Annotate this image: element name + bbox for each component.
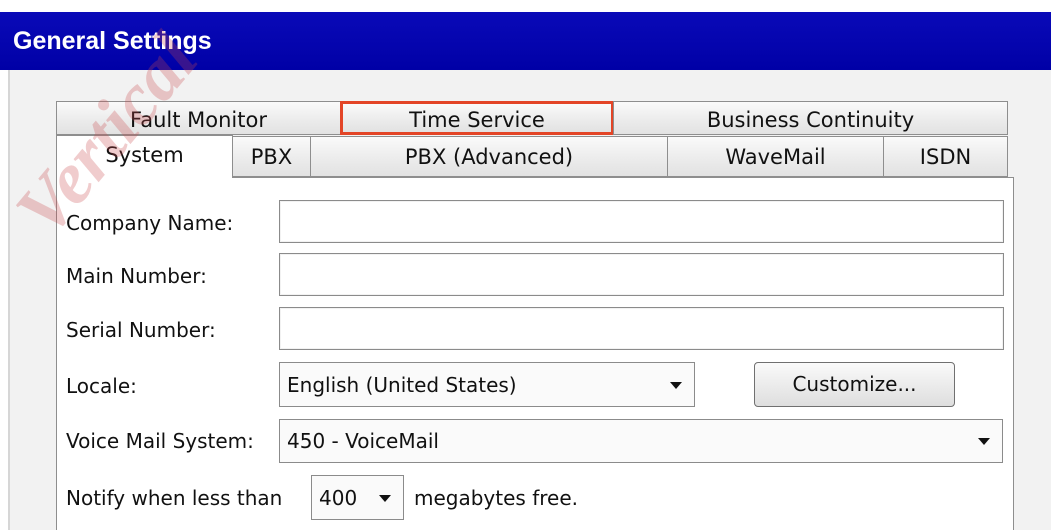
tab-business-continuity[interactable]: Business Continuity xyxy=(613,101,1008,135)
serial-number-label: Serial Number: xyxy=(66,318,216,342)
locale-label: Locale: xyxy=(66,374,137,398)
chevron-down-icon xyxy=(670,381,682,389)
tab-wavemail[interactable]: WaveMail xyxy=(667,136,884,177)
company-name-label: Company Name: xyxy=(66,211,234,235)
tab-pbx[interactable]: PBX xyxy=(232,136,311,177)
tab-fault-monitor[interactable]: Fault Monitor xyxy=(56,101,341,135)
main-number-label: Main Number: xyxy=(66,264,207,288)
notify-prefix-label: Notify when less than xyxy=(66,486,283,510)
voice-mail-system-value: 450 - VoiceMail xyxy=(287,429,439,453)
window-title: General Settings xyxy=(0,12,1051,70)
notify-suffix-label: megabytes free. xyxy=(414,486,578,510)
locale-dropdown-value: English (United States) xyxy=(287,372,517,397)
company-name-field[interactable] xyxy=(279,200,1004,243)
notify-threshold-dropdown[interactable]: 400 xyxy=(311,475,404,520)
locale-dropdown[interactable]: English (United States) xyxy=(279,362,695,407)
tab-system[interactable]: System xyxy=(56,135,233,178)
tab-pbx-advanced[interactable]: PBX (Advanced) xyxy=(310,136,668,177)
customize-button[interactable]: Customize... xyxy=(754,362,955,407)
chevron-down-icon xyxy=(379,494,391,502)
chevron-down-icon xyxy=(978,438,990,445)
tab-time-service[interactable]: Time Service xyxy=(340,101,614,135)
notify-threshold-value: 400 xyxy=(319,485,358,510)
tab-isdn[interactable]: ISDN xyxy=(883,136,1008,177)
voice-mail-system-dropdown[interactable]: 450 - VoiceMail xyxy=(279,419,1003,463)
main-number-field[interactable] xyxy=(279,253,1004,296)
serial-number-field[interactable] xyxy=(279,307,1004,350)
voice-mail-system-label: Voice Mail System: xyxy=(66,429,254,453)
